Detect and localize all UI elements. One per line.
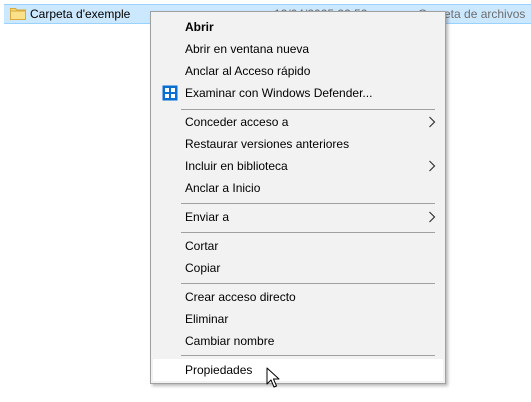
- chevron-right-icon: [429, 116, 436, 128]
- menu-item-copy[interactable]: Copiar: [153, 257, 443, 279]
- menu-item-label: Anclar a Inicio: [185, 181, 261, 195]
- menu-item-label: Restaurar versiones anteriores: [185, 137, 350, 151]
- menu-item-label: Cortar: [185, 239, 219, 253]
- menu-item-label: Cambiar nombre: [185, 334, 275, 348]
- file-name: Carpeta d'exemple: [30, 7, 131, 21]
- menu-item-cut[interactable]: Cortar: [153, 235, 443, 257]
- menu-item-label: Examinar con Windows Defender...: [185, 86, 373, 100]
- folder-icon: [10, 8, 26, 20]
- menu-item-send-to[interactable]: Enviar a: [153, 206, 443, 228]
- menu-item-restore-versions[interactable]: Restaurar versiones anteriores: [153, 133, 443, 155]
- menu-item-label: Abrir en ventana nueva: [185, 42, 310, 56]
- desktop-stage: Carpeta d'exemple 12/04/2025 22:52 Carpe…: [0, 0, 531, 402]
- menu-separator: [181, 283, 435, 284]
- menu-item-label: Incluir en biblioteca: [185, 159, 288, 173]
- menu-separator: [181, 203, 435, 204]
- mouse-pointer-icon: [266, 367, 280, 388]
- windows-defender-icon: [162, 85, 178, 101]
- menu-item-label: Enviar a: [185, 210, 230, 224]
- menu-item-label: Copiar: [185, 261, 221, 275]
- chevron-right-icon: [429, 211, 436, 223]
- menu-item-open[interactable]: Abrir: [153, 16, 443, 38]
- menu-item-pin-start[interactable]: Anclar a Inicio: [153, 177, 443, 199]
- menu-separator: [181, 109, 435, 110]
- menu-item-delete[interactable]: Eliminar: [153, 308, 443, 330]
- menu-item-rename[interactable]: Cambiar nombre: [153, 330, 443, 352]
- menu-item-include-library[interactable]: Incluir en biblioteca: [153, 155, 443, 177]
- menu-item-label: Crear acceso directo: [185, 290, 296, 304]
- menu-item-label: Abrir: [185, 20, 214, 34]
- menu-item-label: Propiedades: [185, 363, 253, 377]
- menu-item-properties[interactable]: Propiedades: [153, 359, 443, 381]
- menu-separator: [181, 355, 435, 356]
- menu-item-pin-quick-access[interactable]: Anclar al Acceso rápido: [153, 60, 443, 82]
- menu-item-label: Anclar al Acceso rápido: [185, 64, 311, 78]
- chevron-right-icon: [429, 160, 436, 172]
- menu-separator: [181, 232, 435, 233]
- menu-item-label: Conceder acceso a: [185, 115, 289, 129]
- menu-item-open-new-window[interactable]: Abrir en ventana nueva: [153, 38, 443, 60]
- menu-item-give-access[interactable]: Conceder acceso a: [153, 111, 443, 133]
- menu-item-scan-defender[interactable]: Examinar con Windows Defender...: [153, 82, 443, 104]
- menu-item-label: Eliminar: [185, 312, 229, 326]
- context-menu: Abrir Abrir en ventana nueva Anclar al A…: [150, 11, 446, 384]
- menu-item-create-shortcut[interactable]: Crear acceso directo: [153, 286, 443, 308]
